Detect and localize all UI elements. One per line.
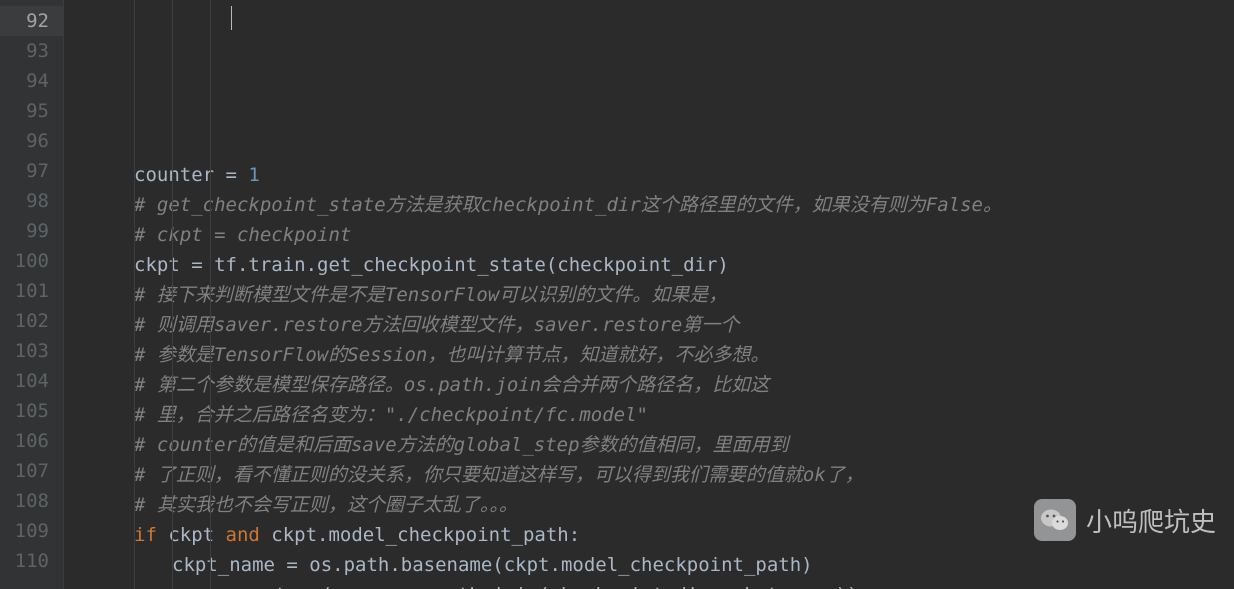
token-number: 1 (248, 164, 259, 186)
code-line[interactable]: # 参数是TensorFlow的Session，也叫计算节点，知道就好，不必多想… (64, 340, 1234, 370)
line-number: 103 (0, 336, 63, 366)
code-line[interactable]: # ckpt = checkpoint (64, 220, 1234, 250)
token-comment: # 其实我也不会写正则，这个圈子太乱了。。。 (134, 494, 518, 516)
token-comment: # 接下来判断模型文件是不是TensorFlow可以识别的文件。如果是， (134, 284, 727, 306)
line-number: 106 (0, 426, 63, 456)
token-comment: # ckpt = checkpoint (134, 224, 351, 246)
token-ident: ckpt_name)) (733, 584, 859, 589)
line-number: 97 (0, 156, 63, 186)
token-ident: saver.restore(sess (172, 584, 378, 589)
code-line[interactable]: ckpt = tf.train.get_checkpoint_state(che… (64, 250, 1234, 280)
code-line[interactable]: # get_checkpoint_state方法是获取checkpoint_di… (64, 190, 1234, 220)
line-number: 94 (0, 66, 63, 96)
code-line[interactable]: saver.restore(sess, os.path.join(checkpo… (64, 580, 1234, 589)
line-number: 104 (0, 366, 63, 396)
token-comment: # get_checkpoint_state方法是获取checkpoint_di… (134, 194, 1002, 216)
line-number: 98 (0, 186, 63, 216)
code-line[interactable]: # counter的值是和后面save方法的global_step参数的值相同，… (64, 430, 1234, 460)
code-line[interactable]: # 接下来判断模型文件是不是TensorFlow可以识别的文件。如果是， (64, 280, 1234, 310)
token-ident: os.path.join(checkpoint_dir (401, 584, 710, 589)
token-ident: ckpt.model_checkpoint_path: (271, 524, 580, 546)
token-ident: tf.train.get_checkpoint_state(checkpoint… (214, 254, 729, 276)
code-line[interactable]: # 了正则，看不懂正则的没关系，你只要知道这样写，可以得到我们需要的值就ok了， (64, 460, 1234, 490)
token-keyword: and (226, 524, 272, 546)
code-line[interactable]: if ckpt and ckpt.model_checkpoint_path: (64, 520, 1234, 550)
line-number: 105 (0, 396, 63, 426)
token-op: , (378, 584, 401, 589)
token-ident: counter (134, 164, 226, 186)
code-line[interactable]: counter = 1 (64, 160, 1234, 190)
line-number: 108 (0, 486, 63, 516)
token-comment: # counter的值是和后面save方法的global_step参数的值相同，… (134, 434, 789, 456)
token-ident: ckpt (134, 254, 191, 276)
token-op: = (286, 554, 309, 576)
token-keyword: if (134, 524, 168, 546)
line-number: 107 (0, 456, 63, 486)
code-line[interactable]: # 第二个参数是模型保存路径。os.path.join会合并两个路径名，比如这 (64, 370, 1234, 400)
token-ident: ckpt_name (172, 554, 286, 576)
code-line[interactable]: ckpt_name = os.path.basename(ckpt.model_… (64, 550, 1234, 580)
token-comment: # 了正则，看不懂正则的没关系，你只要知道这样写，可以得到我们需要的值就ok了， (134, 464, 864, 486)
line-number: 102 (0, 306, 63, 336)
line-number-gutter: 9293949596979899100101102103104105106107… (0, 0, 64, 589)
line-number: 95 (0, 96, 63, 126)
token-op: = (226, 164, 249, 186)
token-comment: # 参数是TensorFlow的Session，也叫计算节点，知道就好，不必多想… (134, 344, 769, 366)
current-line-highlight (64, 6, 1234, 36)
code-line[interactable]: # 则调用saver.restore方法回收模型文件，saver.restore… (64, 310, 1234, 340)
code-line[interactable]: # 其实我也不会写正则，这个圈子太乱了。。。 (64, 490, 1234, 520)
token-comment: # 第二个参数是模型保存路径。os.path.join会合并两个路径名，比如这 (134, 374, 769, 396)
code-line[interactable]: # 里，合并之后路径名变为："./checkpoint/fc.model" (64, 400, 1234, 430)
token-ident: ckpt (168, 524, 225, 546)
line-number: 99 (0, 216, 63, 246)
code-editor[interactable]: 9293949596979899100101102103104105106107… (0, 0, 1234, 589)
token-comment: # 则调用saver.restore方法回收模型文件，saver.restore… (134, 314, 739, 336)
line-number: 93 (0, 36, 63, 66)
line-number: 109 (0, 516, 63, 546)
line-number: 96 (0, 126, 63, 156)
token-op: , (710, 584, 733, 589)
line-number: 92 (0, 6, 63, 36)
token-comment: # 里，合并之后路径名变为："./checkpoint/fc.model" (134, 404, 648, 426)
line-number: 100 (0, 246, 63, 276)
line-number: 110 (0, 546, 63, 576)
token-op: = (191, 254, 214, 276)
text-caret (231, 6, 232, 30)
line-number: 101 (0, 276, 63, 306)
token-ident: os.path.basename(ckpt.model_checkpoint_p… (309, 554, 812, 576)
code-area[interactable]: counter = 1 # get_checkpoint_state方法是获取ch… (64, 0, 1234, 589)
